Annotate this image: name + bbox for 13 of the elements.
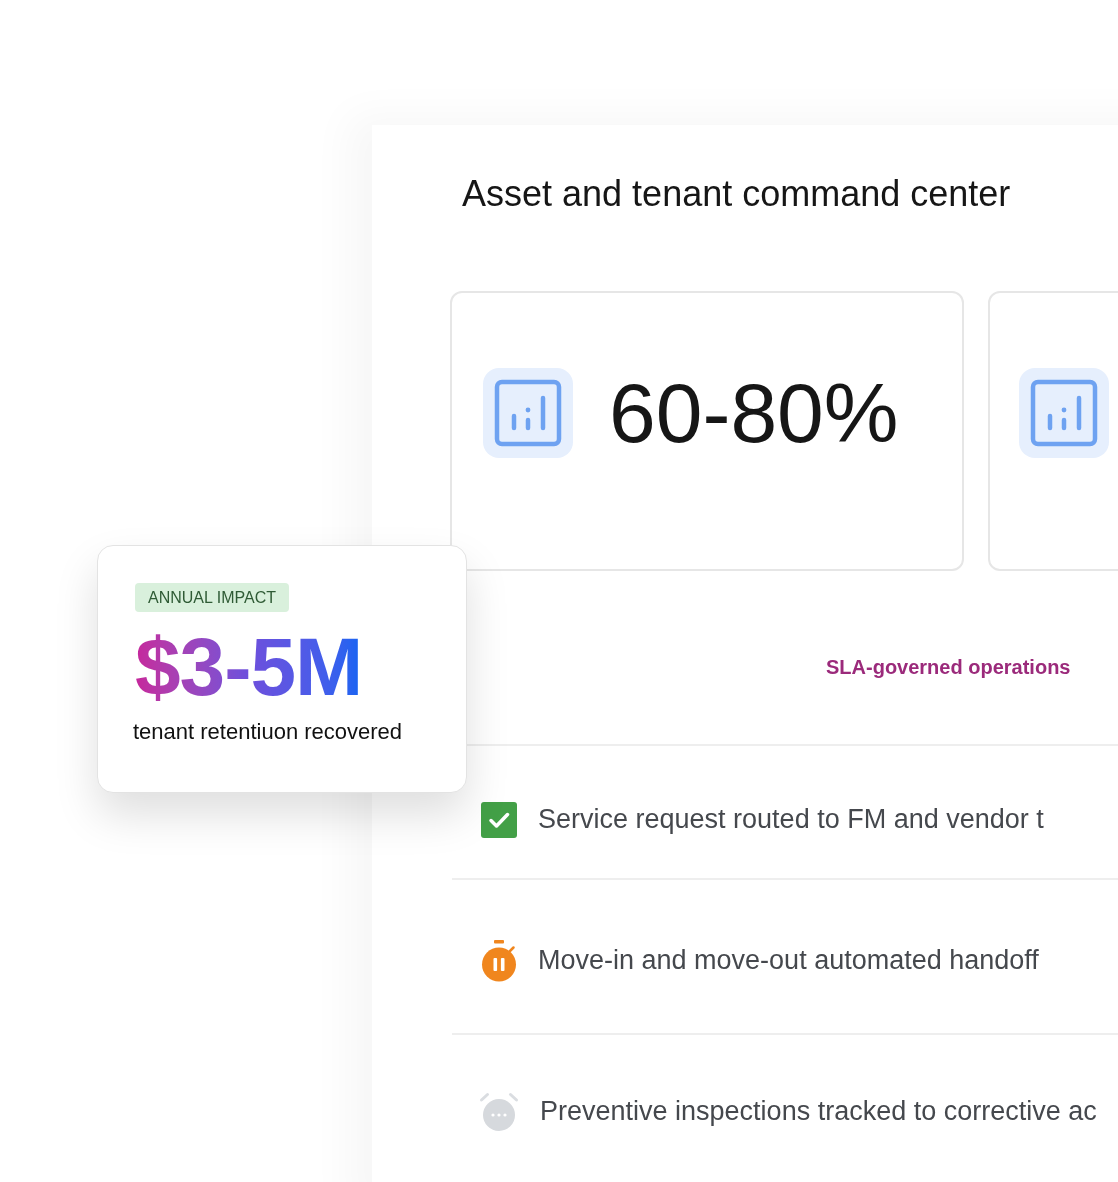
impact-badge: ANNUAL IMPACT <box>135 583 289 612</box>
checklist-text: Preventive inspections tracked to corrective ac <box>540 1094 1097 1128</box>
checkbox-check-icon <box>481 802 517 839</box>
impact-caption: tenant retentiuon recovered <box>133 719 404 746</box>
checklist-text: Move-in and move-out automated handoff <box>538 943 1039 977</box>
checklist-text: Service request routed to FM and vendor t <box>538 803 1044 837</box>
stat-value: 60-80% <box>609 371 899 456</box>
alarm-clock-icon <box>479 1091 519 1132</box>
section-label: SLA-governed operations <box>826 656 1071 679</box>
bar-chart-icon <box>483 368 573 459</box>
bar-chart-icon <box>1019 368 1109 459</box>
panel-title: Asset and tenant command center <box>461 172 1012 216</box>
stopwatch-pause-icon <box>481 939 517 982</box>
